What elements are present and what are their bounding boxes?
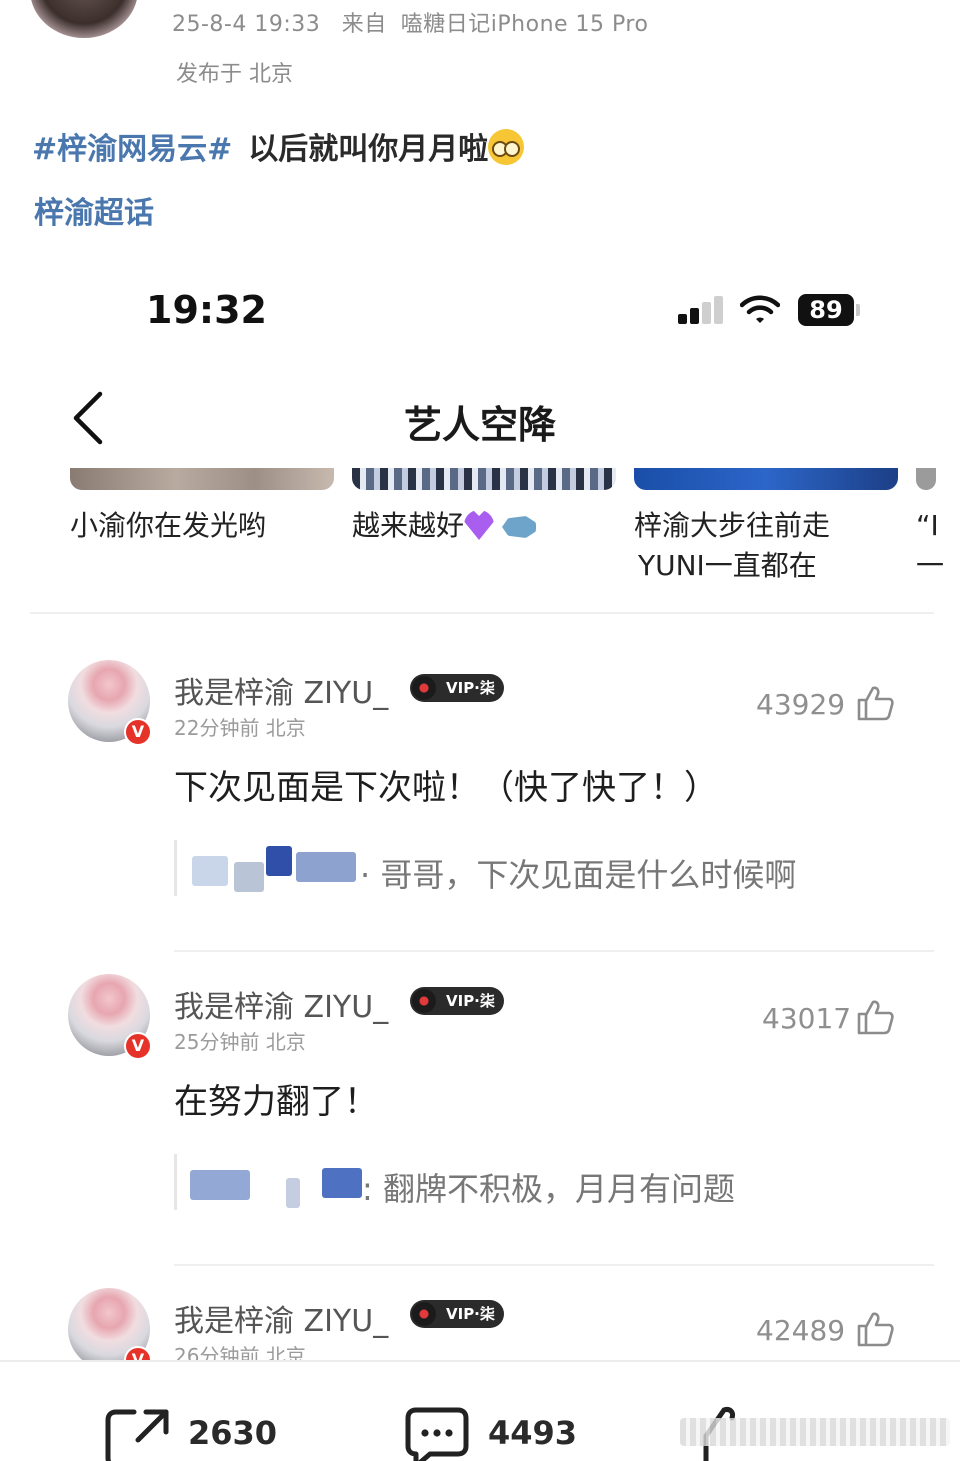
- card-caption[interactable]: “I: [916, 506, 939, 546]
- comment-author[interactable]: 我是梓渝 ZIYU_: [174, 1296, 388, 1340]
- weibo-watermark: [680, 1418, 950, 1446]
- comment-time: 25分钟前 北京: [174, 1030, 306, 1054]
- supertopic-link[interactable]: 梓渝超话: [34, 188, 154, 232]
- emoji-icon: [488, 129, 525, 165]
- post-author-avatar[interactable]: [30, 0, 138, 38]
- vip-badge[interactable]: VIP·柒: [410, 674, 504, 702]
- comment-text: 在努力翻了！: [174, 1082, 378, 1122]
- thumbs-up-icon[interactable]: [856, 998, 894, 1036]
- like-count: 43017: [762, 1002, 852, 1035]
- card-caption-text: 越来越好: [352, 509, 465, 542]
- card-thumbnail[interactable]: [634, 468, 898, 490]
- wifi-icon: [740, 295, 780, 323]
- battery-icon: 89: [798, 294, 854, 326]
- comment-author[interactable]: 我是梓渝 ZIYU_: [174, 982, 388, 1026]
- purple-heart-icon: [464, 510, 495, 540]
- post-source-prefix: 来自: [341, 12, 387, 37]
- thumbs-up-icon[interactable]: [856, 684, 894, 722]
- like-count: 42489: [756, 1314, 846, 1347]
- verified-badge: V: [124, 1032, 152, 1060]
- card-thumbnail[interactable]: [916, 468, 936, 490]
- comment-author[interactable]: 我是梓渝 ZIYU_: [174, 668, 388, 712]
- blurred-username: [296, 852, 356, 882]
- blurred-username: [190, 1170, 250, 1200]
- post-body: #梓渝网易云# 以后就叫你月月啦: [32, 124, 525, 168]
- battery-tip: [856, 304, 860, 316]
- comment-icon[interactable]: [404, 1406, 470, 1461]
- comment-count: 4493: [488, 1414, 578, 1452]
- reply-text[interactable]: · 哥哥，下次见面是什么时候啊: [360, 850, 796, 896]
- card-caption[interactable]: 小渝你在发光哟: [70, 506, 266, 546]
- blurred-username: [322, 1168, 362, 1198]
- card-caption-line2[interactable]: 一: [916, 546, 944, 586]
- reply-indicator: [174, 840, 177, 896]
- repost-icon[interactable]: [104, 1406, 170, 1461]
- card-caption[interactable]: 越来越好: [352, 506, 537, 546]
- card-caption-line2[interactable]: YUNI一直都在: [638, 546, 817, 586]
- like-count: 43929: [756, 688, 846, 721]
- post-source[interactable]: 嗑糖日记iPhone 15 Pro: [401, 12, 649, 37]
- blurred-username: [192, 856, 228, 886]
- comment-divider: [174, 950, 934, 952]
- signal-icon: [678, 296, 726, 324]
- blurred-username: [266, 846, 292, 876]
- comment-time: 22分钟前 北京: [174, 716, 306, 740]
- verified-badge: V: [124, 718, 152, 746]
- comment-text: 下次见面是下次啦！（快了快了！）: [174, 768, 718, 808]
- post-date: 25-8-4 19:33: [172, 12, 321, 37]
- vip-badge[interactable]: VIP·柒: [410, 987, 504, 1015]
- page-title: 艺人空降: [403, 403, 556, 447]
- fish-icon: [502, 516, 537, 538]
- post-location: 发布于 北京: [176, 62, 293, 87]
- reply-indicator: [174, 1154, 177, 1210]
- card-thumbnail[interactable]: [352, 468, 616, 490]
- vip-badge[interactable]: VIP·柒: [410, 1300, 504, 1328]
- status-bar-time: 19:32: [146, 288, 267, 332]
- blurred-username: [234, 862, 264, 892]
- section-divider: [30, 612, 934, 614]
- repost-count: 2630: [188, 1414, 278, 1452]
- card-caption[interactable]: 梓渝大步往前走: [634, 506, 830, 546]
- thumbs-up-icon[interactable]: [856, 1310, 894, 1348]
- reply-text[interactable]: : 翻牌不积极，月月有问题: [362, 1164, 735, 1210]
- post-meta: 25-8-4 19:33 来自 嗑糖日记iPhone 15 Pro: [172, 6, 662, 38]
- post-text: 以后就叫你月月啦: [248, 132, 489, 167]
- comment-divider: [174, 1264, 934, 1266]
- blurred-username: [286, 1178, 300, 1208]
- card-thumbnail[interactable]: [70, 468, 334, 490]
- post-topic-link[interactable]: #梓渝网易云#: [32, 132, 232, 167]
